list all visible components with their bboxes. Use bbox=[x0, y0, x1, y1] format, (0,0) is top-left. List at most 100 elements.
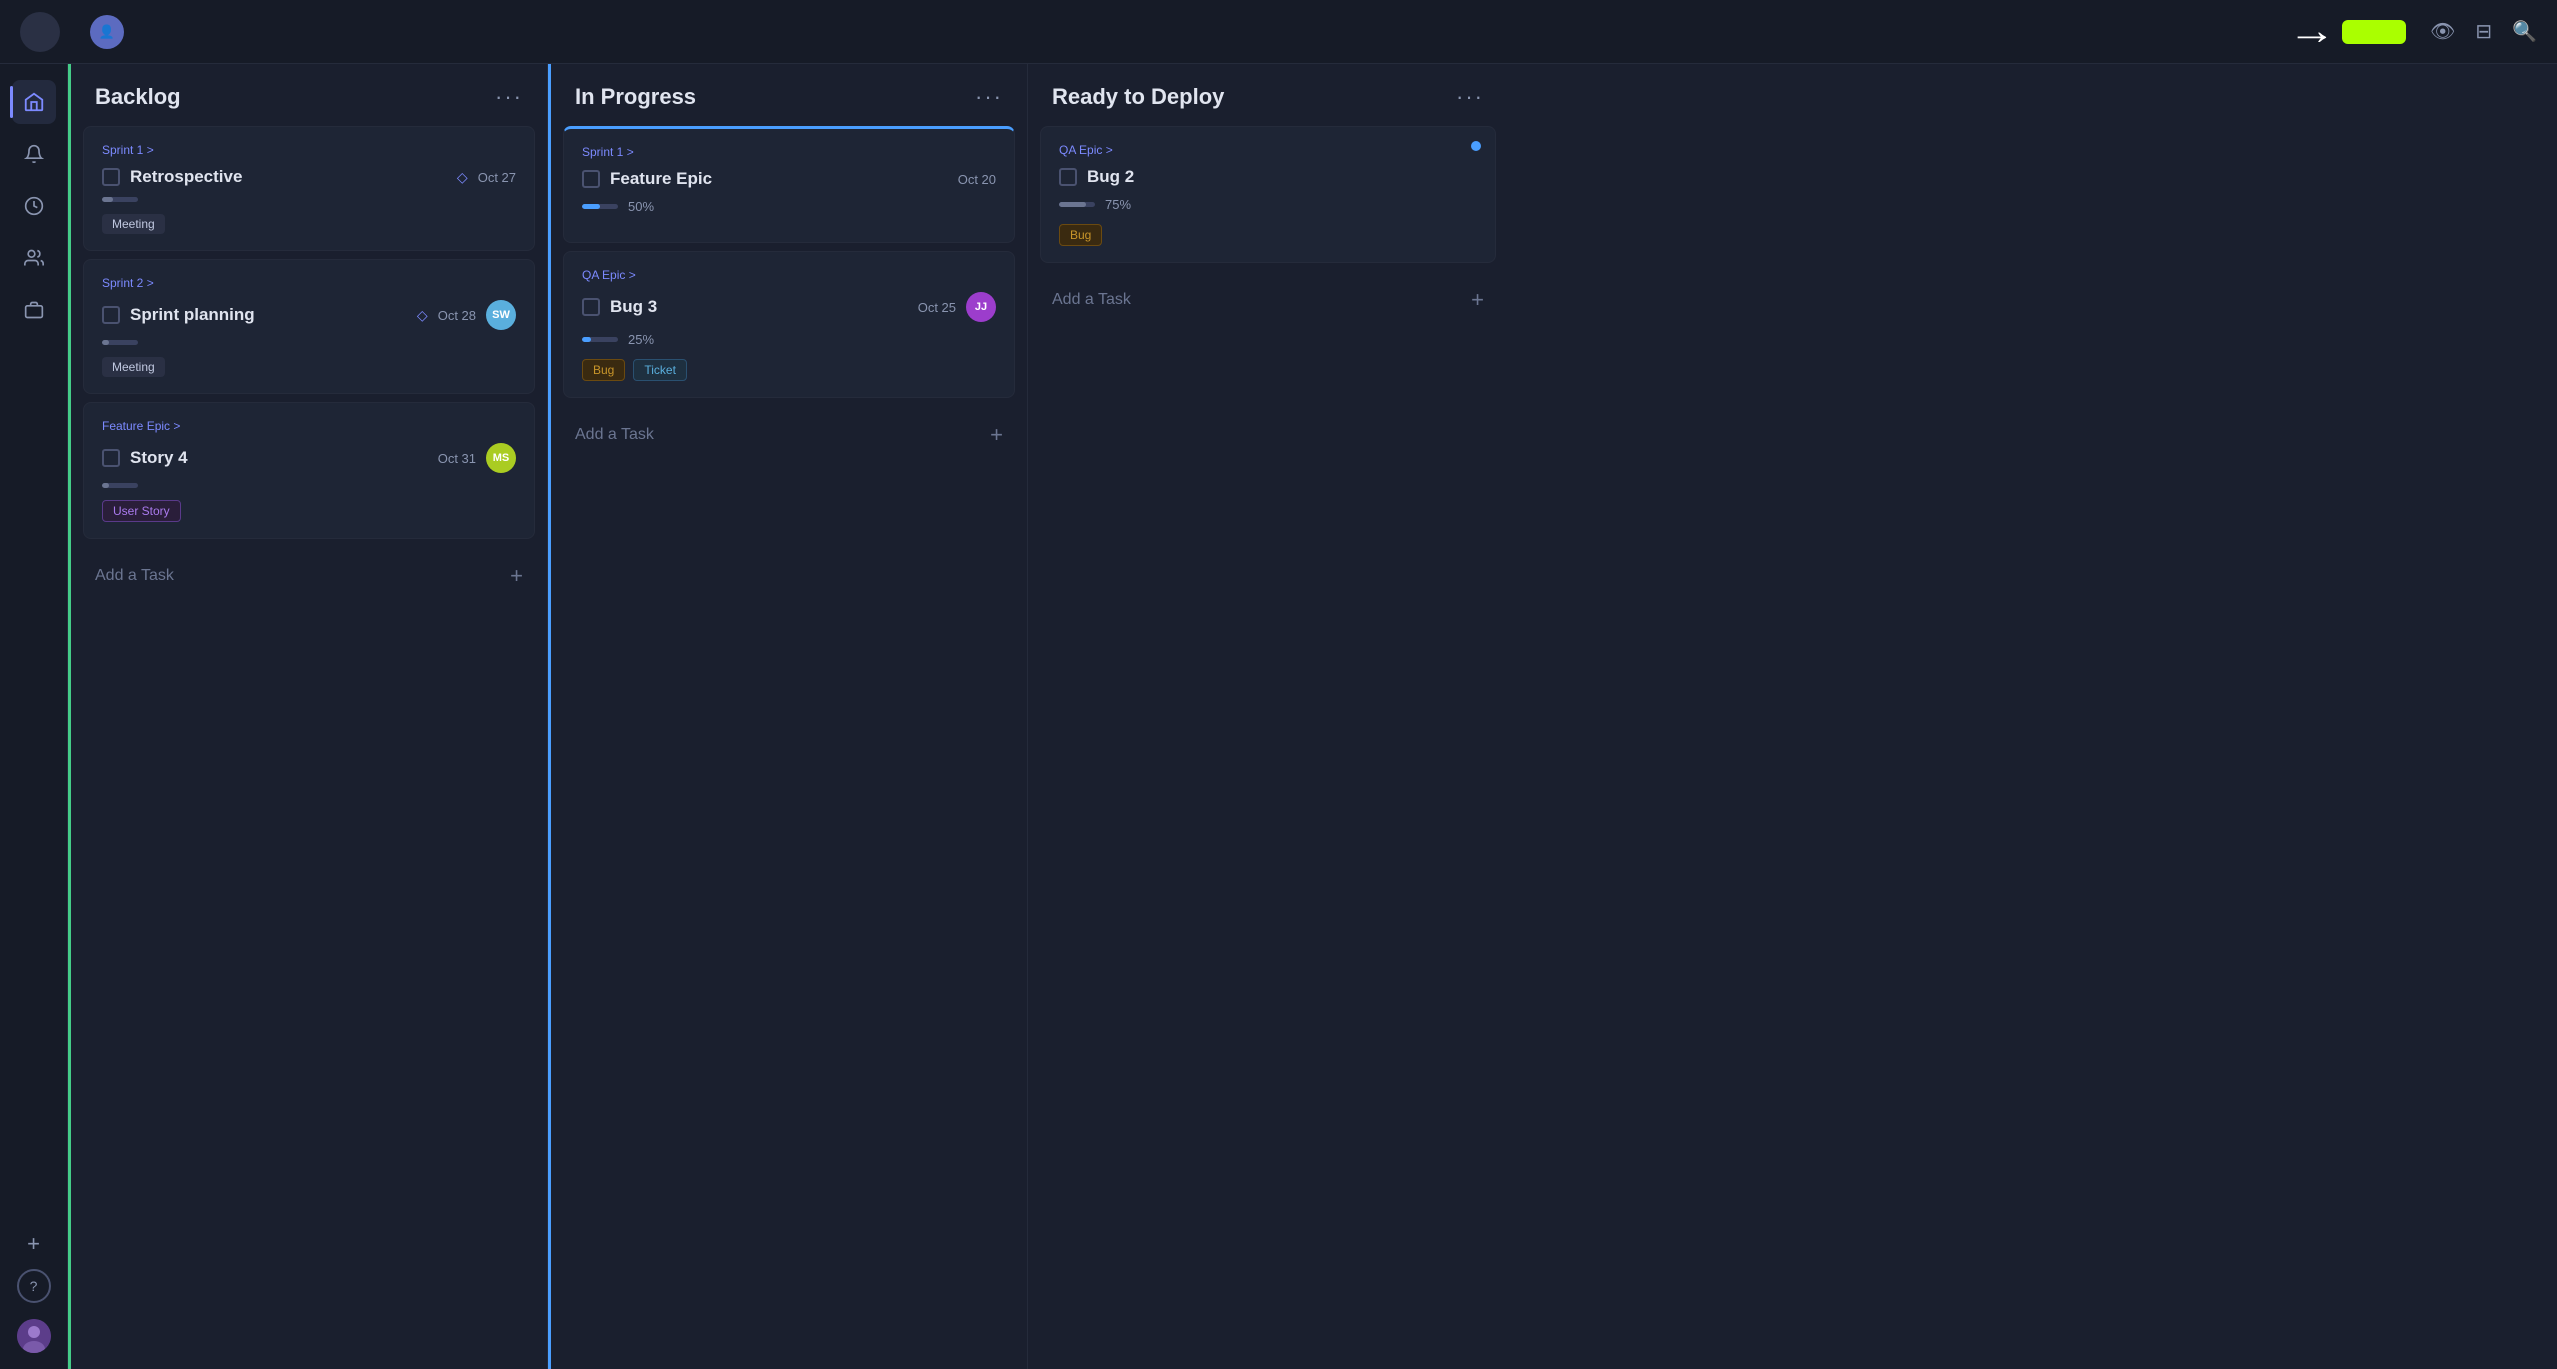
progress-bar-fill-feature-epic bbox=[582, 204, 600, 209]
tag-user-story: User Story bbox=[102, 500, 181, 522]
task-meta-link-retrospective[interactable]: Sprint 1 > bbox=[102, 143, 154, 157]
task-meta-link-story-4[interactable]: Feature Epic > bbox=[102, 419, 180, 433]
progress-bar-fill-bug-3 bbox=[582, 337, 591, 342]
task-card-bug-2[interactable]: QA Epic > Bug 2 75% Bug bbox=[1040, 126, 1496, 263]
task-date-sprint-planning: Oct 28 bbox=[438, 308, 476, 323]
add-task-icon-in-progress: + bbox=[990, 422, 1003, 448]
tag-meeting: Meeting bbox=[102, 357, 165, 377]
tag-ticket: Ticket bbox=[633, 359, 687, 381]
task-progress-bug-2: 75% bbox=[1059, 197, 1477, 212]
column-ready-to-deploy: Ready to Deploy ··· QA Epic > Bug 2 75% bbox=[1028, 64, 1508, 1369]
sidebar-item-help[interactable]: ? bbox=[17, 1269, 51, 1303]
task-checkbox-bug-2[interactable] bbox=[1059, 168, 1077, 186]
column-title-backlog: Backlog bbox=[95, 84, 181, 110]
task-card-story-4[interactable]: Feature Epic > Story 4 Oct 31 MS User St… bbox=[83, 402, 535, 539]
progress-bar-fill-bug-2 bbox=[1059, 202, 1086, 207]
sidebar-item-users[interactable] bbox=[12, 236, 56, 280]
task-tags-bug-3: Bug Ticket bbox=[582, 359, 996, 381]
diamond-icon-sprint-planning: ◇ bbox=[417, 307, 428, 324]
task-avatar-sprint-planning: SW bbox=[486, 300, 516, 330]
task-meta-link-feature-epic[interactable]: Sprint 1 > bbox=[582, 145, 634, 159]
column-menu-backlog[interactable]: ··· bbox=[495, 84, 523, 110]
add-task-label-in-progress: Add a Task bbox=[575, 426, 654, 444]
task-checkbox-sprint-planning[interactable] bbox=[102, 306, 120, 324]
kanban-board: Backlog ··· Sprint 1 > Retrospective ◇ O… bbox=[68, 64, 2557, 1369]
column-menu-in-progress[interactable]: ··· bbox=[975, 84, 1003, 110]
task-title-story-4: Story 4 bbox=[130, 448, 428, 468]
task-meta-feature-epic: Sprint 1 > bbox=[582, 145, 996, 159]
add-task-icon-backlog: + bbox=[510, 563, 523, 589]
column-in-progress: In Progress ··· Sprint 1 > Feature Epic … bbox=[548, 64, 1028, 1369]
diamond-icon-retrospective: ◇ bbox=[457, 169, 468, 186]
sidebar-item-briefcase[interactable] bbox=[12, 288, 56, 332]
task-progress-feature-epic: 50% bbox=[582, 199, 996, 214]
task-title-sprint-planning: Sprint planning bbox=[130, 305, 407, 325]
tag-meeting: Meeting bbox=[102, 214, 165, 234]
arrow-decoration: → bbox=[2288, 9, 2336, 54]
sidebar-item-home[interactable] bbox=[12, 80, 56, 124]
task-title-row-story-4: Story 4 Oct 31 MS bbox=[102, 443, 516, 473]
progress-label-bug-2: 75% bbox=[1105, 197, 1131, 212]
task-card-feature-epic[interactable]: Sprint 1 > Feature Epic Oct 20 50% bbox=[563, 126, 1015, 243]
task-meta-link-bug-3[interactable]: QA Epic > bbox=[582, 268, 636, 282]
task-tags-retrospective: Meeting bbox=[102, 214, 516, 234]
task-progress-story-4 bbox=[102, 483, 516, 488]
add-task-backlog[interactable]: Add a Task + bbox=[71, 547, 547, 605]
column-backlog: Backlog ··· Sprint 1 > Retrospective ◇ O… bbox=[68, 64, 548, 1369]
progress-bar-bg-bug-2 bbox=[1059, 202, 1095, 207]
sidebar-user-avatar[interactable] bbox=[17, 1319, 51, 1353]
task-tags-sprint-planning: Meeting bbox=[102, 357, 516, 377]
sidebar-add-button[interactable]: + bbox=[17, 1227, 51, 1261]
task-date-bug-3: Oct 25 bbox=[918, 300, 956, 315]
progress-bar-fill-sprint-planning bbox=[102, 340, 109, 345]
task-progress-bug-3: 25% bbox=[582, 332, 996, 347]
topbar: 👤 → 👁 ⊟ 🔍 bbox=[0, 0, 2557, 64]
task-card-sprint-planning[interactable]: Sprint 2 > Sprint planning ◇ Oct 28 SW M… bbox=[83, 259, 535, 394]
status-dot-bug-2 bbox=[1471, 141, 1481, 151]
add-task-label-backlog: Add a Task bbox=[95, 567, 174, 585]
column-title-ready-to-deploy: Ready to Deploy bbox=[1052, 84, 1224, 110]
task-card-bug-3[interactable]: QA Epic > Bug 3 Oct 25 JJ 25% Bug Ticket bbox=[563, 251, 1015, 398]
task-card-retrospective[interactable]: Sprint 1 > Retrospective ◇ Oct 27 Meetin… bbox=[83, 126, 535, 251]
column-body-in-progress: Sprint 1 > Feature Epic Oct 20 50% bbox=[551, 126, 1027, 1369]
progress-bar-bg-retrospective bbox=[102, 197, 138, 202]
task-avatar-bug-3: JJ bbox=[966, 292, 996, 322]
task-checkbox-story-4[interactable] bbox=[102, 449, 120, 467]
app-logo[interactable] bbox=[20, 12, 60, 52]
column-menu-ready-to-deploy[interactable]: ··· bbox=[1456, 84, 1484, 110]
add-task-ready-to-deploy[interactable]: Add a Task + bbox=[1028, 271, 1508, 329]
task-avatar-story-4: MS bbox=[486, 443, 516, 473]
progress-label-feature-epic: 50% bbox=[628, 199, 654, 214]
visibility-icon[interactable]: 👁 bbox=[2430, 19, 2455, 44]
search-icon[interactable]: 🔍 bbox=[2512, 19, 2537, 44]
task-meta-bug-2: QA Epic > bbox=[1059, 143, 1477, 157]
trial-button[interactable] bbox=[2342, 20, 2406, 44]
task-title-row-feature-epic: Feature Epic Oct 20 bbox=[582, 169, 996, 189]
task-checkbox-bug-3[interactable] bbox=[582, 298, 600, 316]
task-title-bug-2: Bug 2 bbox=[1087, 167, 1477, 187]
task-checkbox-feature-epic[interactable] bbox=[582, 170, 600, 188]
task-meta-bug-3: QA Epic > bbox=[582, 268, 996, 282]
column-body-backlog: Sprint 1 > Retrospective ◇ Oct 27 Meetin… bbox=[71, 126, 547, 1369]
filter-icon[interactable]: ⊟ bbox=[2475, 19, 2492, 44]
task-title-bug-3: Bug 3 bbox=[610, 297, 908, 317]
task-title-row-bug-2: Bug 2 bbox=[1059, 167, 1477, 187]
column-header-backlog: Backlog ··· bbox=[71, 64, 547, 126]
task-meta-sprint-planning: Sprint 2 > bbox=[102, 276, 516, 290]
user-avatar-topbar[interactable]: 👤 bbox=[90, 15, 124, 49]
task-checkbox-retrospective[interactable] bbox=[102, 168, 120, 186]
progress-bar-bg-bug-3 bbox=[582, 337, 618, 342]
progress-bar-fill-retrospective bbox=[102, 197, 113, 202]
add-task-in-progress[interactable]: Add a Task + bbox=[551, 406, 1027, 464]
tag-bug: Bug bbox=[582, 359, 625, 381]
sidebar: + ? bbox=[0, 64, 68, 1369]
task-title-row-retrospective: Retrospective ◇ Oct 27 bbox=[102, 167, 516, 187]
sidebar-item-clock[interactable] bbox=[12, 184, 56, 228]
task-progress-sprint-planning bbox=[102, 340, 516, 345]
task-tags-bug-2: Bug bbox=[1059, 224, 1477, 246]
task-meta-link-sprint-planning[interactable]: Sprint 2 > bbox=[102, 276, 154, 290]
task-meta-link-bug-2[interactable]: QA Epic > bbox=[1059, 143, 1113, 157]
sidebar-item-notifications[interactable] bbox=[12, 132, 56, 176]
task-date-story-4: Oct 31 bbox=[438, 451, 476, 466]
progress-label-bug-3: 25% bbox=[628, 332, 654, 347]
